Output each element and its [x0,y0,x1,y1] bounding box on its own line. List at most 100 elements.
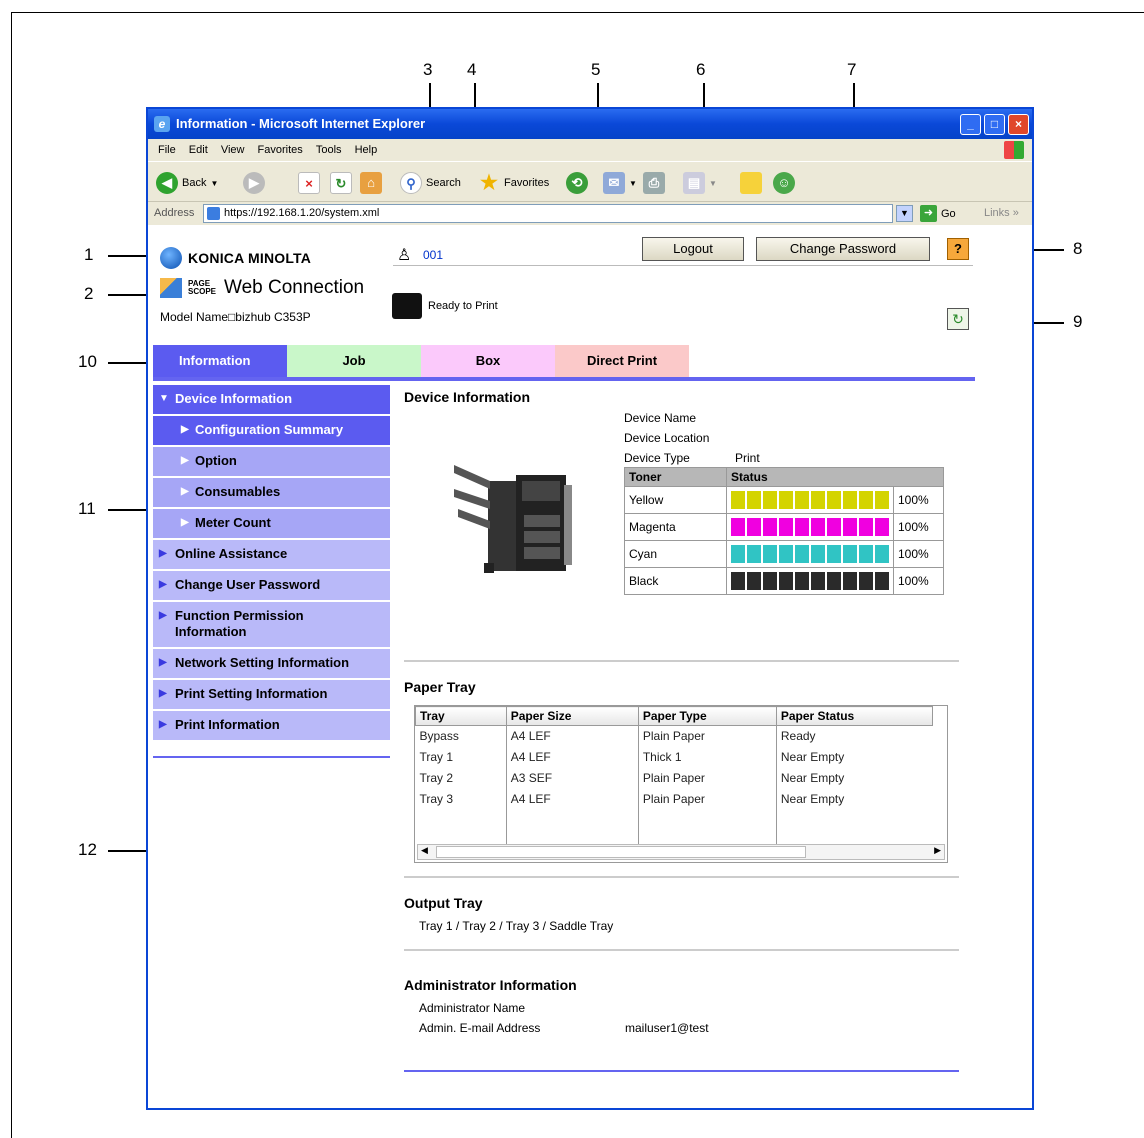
toner-level-bar [731,518,889,536]
go-button[interactable]: ➜ Go [920,205,956,222]
home-button[interactable]: ⌂ [360,172,382,194]
toner-level-segment [859,518,873,536]
help-button[interactable]: ? [947,238,969,260]
back-button[interactable]: ◀ Back ▼ [156,172,218,194]
sidebar-item-configuration-summary[interactable]: ▶ Configuration Summary [153,416,390,447]
sidebar-item-print-setting[interactable]: ▶ Print Setting Information [153,680,390,711]
cell-paper-status: Ready [775,725,933,747]
sidebar-item-meter-count[interactable]: ▶ Meter Count [153,509,390,540]
sidebar-item-label: Meter Count [195,515,271,530]
arrow-icon: ▶ [181,424,189,435]
history-button[interactable]: ⟲ [566,172,588,194]
sidebar-item-function-permission[interactable]: ▶ Function Permission Information [153,602,390,649]
table-row: Bypass A4 LEF Plain Paper Ready [416,725,933,747]
menu-edit[interactable]: Edit [189,144,208,156]
links-button[interactable]: Links » [984,207,1019,219]
mail-button[interactable]: ✉ ▼ [603,172,637,194]
model-name: Model Name□bizhub C353P [160,310,311,324]
refresh-button[interactable]: ↻ [947,308,969,330]
horizontal-scrollbar[interactable]: ◀ ▶ [417,844,945,860]
sidebar-item-network-setting[interactable]: ▶ Network Setting Information [153,649,390,680]
messenger-button[interactable]: ☺ [773,172,795,194]
toner-level-segment [747,572,761,590]
search-button[interactable]: ⚲ Search [400,172,461,194]
toner-level-bar [731,491,889,509]
toner-level-segment [795,518,809,536]
sidebar-item-online-assistance[interactable]: ▶ Online Assistance [153,540,390,571]
cell-paper-size: A3 SEF [505,767,639,789]
address-bar: Address https://192.168.1.20/system.xml … [148,201,1032,225]
table-row: Tray 3 A4 LEF Plain Paper Near Empty [416,788,933,810]
toner-level-bar [731,572,889,590]
device-status: Ready to Print [428,300,498,312]
cell-paper-status: Near Empty [775,767,933,789]
minimize-button[interactable]: _ [960,114,981,135]
change-password-button[interactable]: Change Password [756,237,930,261]
toner-level-segment [731,545,745,563]
sidebar-item-label: Print Setting Information [175,686,328,701]
arrow-icon: ▶ [159,688,167,699]
callout-9: 9 [1073,312,1083,331]
sidebar-item-change-user-password[interactable]: ▶ Change User Password [153,571,390,602]
toner-level-segment [811,491,825,509]
logout-button[interactable]: Logout [642,237,744,261]
sidebar-item-device-information[interactable]: ▼ Device Information [153,385,390,416]
menu-help[interactable]: Help [355,144,378,156]
tab-direct-print[interactable]: Direct Print [555,345,689,377]
toner-level-segment [843,491,857,509]
refresh-page-button[interactable]: ↻ [330,172,352,194]
tab-box[interactable]: Box [421,345,555,377]
close-button[interactable]: × [1008,114,1029,135]
callout-5: 5 [591,60,601,79]
tab-job[interactable]: Job [287,345,421,377]
menu-view[interactable]: View [221,144,245,156]
menu-favorites[interactable]: Favorites [258,144,303,156]
printer-status-icon [392,293,422,319]
sidebar-item-option[interactable]: ▶ Option [153,447,390,478]
toner-level-segment [779,545,793,563]
print-button[interactable]: ⎙ [643,172,665,194]
tab-information[interactable]: Information [153,345,287,377]
scroll-right-icon[interactable]: ▶ [934,845,941,856]
toner-level-segment [843,518,857,536]
menu-tools[interactable]: Tools [316,144,342,156]
back-dropdown-icon[interactable]: ▼ [210,179,218,188]
forward-icon: ▶ [243,172,265,194]
favorites-button[interactable]: ★ Favorites [478,172,549,194]
address-dropdown-icon[interactable]: ▼ [896,205,913,222]
output-tray-section: Output Tray Tray 1 / Tray 2 / Tray 3 / S… [404,895,613,933]
stop-button[interactable]: × [298,172,320,194]
edit-button[interactable]: ▤ ▼ [683,172,717,194]
column-header-tray: Tray [415,706,507,726]
pagescope-small-text: PAGE SCOPE [188,279,217,296]
maximize-button[interactable]: □ [984,114,1005,135]
callout-6: 6 [696,60,706,79]
device-name-label: Device Name [624,411,697,425]
notes-icon [740,172,762,194]
toner-row: Yellow 100% [624,486,944,514]
cell-tray: Tray 1 [419,750,454,764]
arrow-icon: ▶ [159,657,167,668]
brand-name: KONICA MINOLTA [188,250,312,266]
device-type-value: Print [735,451,760,465]
sidebar-item-label: Online Assistance [175,546,288,561]
paper-tray-heading: Paper Tray [404,679,476,695]
edit-icon: ▤ [683,172,705,194]
scroll-left-icon[interactable]: ◀ [421,845,428,856]
edit-dropdown-icon[interactable]: ▼ [709,179,717,188]
toner-level-segment [779,518,793,536]
notes-button[interactable] [740,172,762,194]
administrator-heading: Administrator Information [404,977,577,993]
sidebar-item-consumables[interactable]: ▶ Consumables [153,478,390,509]
scrollbar-thumb[interactable] [436,846,806,858]
pagescope-logo: PAGE SCOPE Web Connection [160,277,364,299]
sidebar-item-print-information[interactable]: ▶ Print Information [153,711,390,742]
forward-button[interactable]: ▶ [243,172,265,194]
back-label: Back [182,177,207,189]
callout-11: 11 [78,499,96,518]
address-input[interactable]: https://192.168.1.20/system.xml [203,204,893,223]
tab-underline [153,377,975,381]
menu-file[interactable]: File [158,144,176,156]
mail-dropdown-icon[interactable]: ▼ [629,179,637,188]
toner-level-segment [795,545,809,563]
